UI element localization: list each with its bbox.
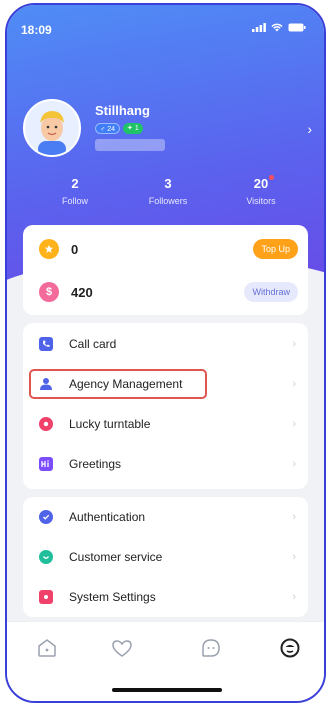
menu-secondary: Authentication › Customer service › Syst… <box>23 497 308 617</box>
status-icons <box>252 23 306 32</box>
stat-follow-label: Follow <box>61 196 88 206</box>
settings-glyph <box>44 595 48 599</box>
chevron-right-icon[interactable]: › <box>307 121 312 137</box>
menu-item-label: Lucky turntable <box>69 417 151 431</box>
stats-row: 2 Follow 3 Followers 20 Visitors <box>7 175 324 215</box>
menu-item-label: Greetings <box>69 457 122 471</box>
menu-item-lucky-turntable[interactable]: Lucky turntable › <box>23 404 308 444</box>
tab-discover[interactable] <box>110 636 134 660</box>
avatar-illustration <box>25 101 79 155</box>
profile-summary[interactable]: Stillhang ♂ 24 ✦ 1 › <box>23 99 312 163</box>
coin-star-glyph <box>44 244 54 253</box>
agency-icon <box>39 377 53 391</box>
user-id-redacted <box>95 139 165 151</box>
diamonds-row: $ 420 Withdraw <box>39 280 298 304</box>
bottom-tab-bar <box>7 621 324 701</box>
settings-icon <box>39 590 53 604</box>
status-time: 18:09 <box>21 23 52 37</box>
call-card-glyph <box>42 340 50 347</box>
home-indicator <box>112 688 222 692</box>
menu-item-call-card[interactable]: Call card › <box>23 324 308 364</box>
vip-badge: ✦ 1 <box>123 123 143 134</box>
stat-visitors-num: 20 <box>253 175 275 191</box>
tab-home[interactable] <box>35 636 59 660</box>
username: Stillhang <box>95 103 150 118</box>
notification-dot <box>269 175 275 180</box>
user-badges: ♂ 24 ✦ 1 <box>95 123 143 134</box>
authentication-glyph <box>43 514 50 520</box>
vip-badge-value: 1 <box>134 125 139 132</box>
menu-item-customer-service[interactable]: Customer service › <box>23 537 308 577</box>
menu-item-label: Agency Management <box>69 377 183 391</box>
level-badge: ♂ 24 <box>95 123 120 134</box>
stat-visitors-value: 20 <box>253 176 269 191</box>
top-up-button[interactable]: Top Up <box>253 239 298 259</box>
greetings-icon <box>39 457 53 471</box>
level-badge-value: 24 <box>107 126 115 133</box>
greetings-glyph <box>41 460 49 467</box>
diamonds-balance: 420 <box>71 284 93 300</box>
stat-follow[interactable]: 2 Follow <box>35 175 115 206</box>
withdraw-button[interactable]: Withdraw <box>244 282 298 302</box>
turntable-glyph <box>43 421 49 427</box>
call-card-icon <box>39 337 53 351</box>
heart-icon <box>112 640 132 657</box>
signal-icon <box>252 23 266 32</box>
home-icon <box>38 639 56 657</box>
phone-frame: 18:09 Stillhang ♂ 24 ✦ 1 › 2 Follow 3 Fo… <box>5 3 326 703</box>
tab-messages[interactable] <box>199 636 223 660</box>
agency-glyph <box>40 378 52 390</box>
chevron-right-icon: › <box>292 378 296 390</box>
chevron-right-icon: › <box>292 338 296 350</box>
tab-me[interactable] <box>278 636 302 660</box>
menu-item-label: Authentication <box>69 510 146 524</box>
avatar[interactable] <box>23 99 81 157</box>
menu-item-label: Customer service <box>69 550 163 564</box>
wifi-icon <box>271 23 283 32</box>
stat-followers[interactable]: 3 Followers <box>128 175 208 206</box>
customer-service-glyph <box>42 556 50 559</box>
menu-item-label: System Settings <box>69 590 156 604</box>
turntable-icon <box>39 417 53 431</box>
diamond-currency-icon: $ <box>39 282 59 302</box>
wallet-card: 0 Top Up $ 420 Withdraw <box>23 225 308 315</box>
status-bar: 18:09 <box>21 21 306 39</box>
battery-icon <box>288 23 306 32</box>
authentication-icon <box>39 510 53 524</box>
stat-followers-label: Followers <box>148 196 188 206</box>
coin-icon <box>39 239 59 259</box>
chevron-right-icon: › <box>292 551 296 563</box>
menu-item-agency-management[interactable]: Agency Management › <box>23 364 308 404</box>
chevron-right-icon: › <box>292 591 296 603</box>
customer-service-icon <box>39 550 53 564</box>
chat-bubble-icon <box>202 639 220 657</box>
coins-balance: 0 <box>71 241 79 257</box>
coins-row: 0 Top Up <box>39 237 298 261</box>
menu-item-system-settings[interactable]: System Settings › <box>23 577 308 617</box>
stat-visitors-label: Visitors <box>246 196 276 206</box>
chevron-right-icon: › <box>292 511 296 523</box>
stat-follow-value: 2 <box>71 176 79 191</box>
chevron-right-icon: › <box>292 418 296 430</box>
stat-visitors[interactable]: 20 Visitors <box>221 175 301 206</box>
menu-item-label: Call card <box>69 337 117 351</box>
menu-item-greetings[interactable]: Greetings › <box>23 444 308 484</box>
menu-primary: Call card › Agency Management › Lucky tu… <box>23 323 308 489</box>
menu-item-authentication[interactable]: Authentication › <box>23 497 308 537</box>
chevron-right-icon: › <box>292 458 296 470</box>
stat-followers-value: 3 <box>164 176 172 191</box>
me-icon <box>280 638 300 658</box>
